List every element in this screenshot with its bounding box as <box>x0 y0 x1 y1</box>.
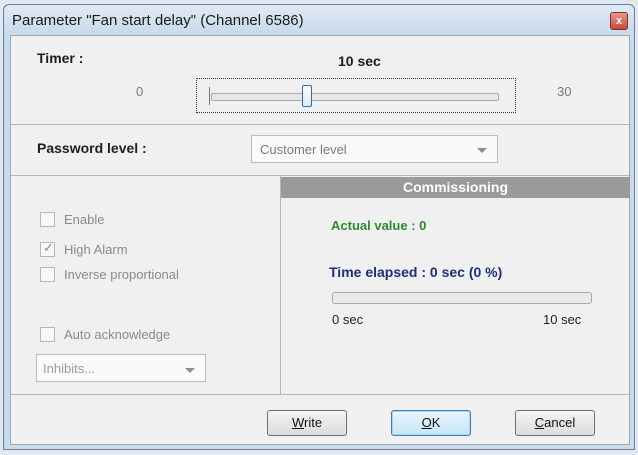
auto-acknowledge-checkbox[interactable] <box>40 327 55 342</box>
time-elapsed: Time elapsed : 0 sec (0 %) <box>329 264 503 280</box>
slider-track <box>211 93 499 101</box>
cancel-button[interactable]: Cancel <box>515 410 595 436</box>
password-level-dropdown[interactable]: Customer level <box>251 135 498 163</box>
write-mnemonic: W <box>291 415 304 430</box>
chevron-down-icon <box>477 148 487 153</box>
actual-value: Actual value : 0 <box>331 218 427 233</box>
inverse-proportional-label: Inverse proportional <box>64 267 179 282</box>
dialog-body: Timer : 10 sec 0 30 Password level : Cus… <box>10 35 631 445</box>
cancel-mnemonic: C <box>534 415 545 430</box>
slider-thumb[interactable] <box>302 85 312 107</box>
divider-vertical <box>280 176 281 394</box>
timer-slider[interactable] <box>196 78 516 113</box>
timer-min-label: 0 <box>136 84 144 99</box>
high-alarm-label: High Alarm <box>64 242 128 257</box>
commissioning-header: Commissioning <box>281 177 630 198</box>
timer-label: Timer : <box>37 50 84 66</box>
chevron-down-icon <box>185 368 195 373</box>
timer-max-label: 30 <box>557 84 572 99</box>
password-level-label: Password level : <box>37 140 147 156</box>
inhibits-dropdown[interactable]: Inhibits... <box>36 354 206 382</box>
close-icon: x <box>615 15 623 27</box>
enable-checkbox[interactable] <box>40 212 55 227</box>
cancel-label: ancel <box>544 415 576 430</box>
high-alarm-checkbox[interactable]: ✓ <box>40 240 55 257</box>
close-button[interactable]: x <box>610 12 628 30</box>
ok-button[interactable]: OK <box>391 410 471 436</box>
progress-min-label: 0 sec <box>332 312 364 327</box>
progress-max-label: 10 sec <box>543 312 582 327</box>
inhibits-value: Inhibits... <box>43 361 96 376</box>
ok-label: K <box>431 415 441 430</box>
auto-acknowledge-label: Auto acknowledge <box>64 327 171 342</box>
inverse-proportional-checkbox[interactable] <box>40 267 55 282</box>
title-bar[interactable]: Parameter "Fan start delay" (Channel 658… <box>4 5 634 35</box>
ok-mnemonic: O <box>421 415 432 430</box>
divider <box>11 394 631 395</box>
write-label: rite <box>303 415 323 430</box>
enable-label: Enable <box>64 212 105 227</box>
write-button[interactable]: Write <box>267 410 347 436</box>
parameter-dialog: Parameter "Fan start delay" (Channel 658… <box>3 4 635 450</box>
slider-tick <box>209 87 210 105</box>
elapsed-progress-bar <box>332 292 592 304</box>
divider <box>11 124 631 125</box>
check-icon: ✓ <box>43 240 54 255</box>
password-level-value: Customer level <box>260 142 347 157</box>
dialog-title: Parameter "Fan start delay" (Channel 658… <box>12 12 304 29</box>
divider <box>11 175 631 176</box>
timer-value-text: 10 sec <box>338 53 381 69</box>
